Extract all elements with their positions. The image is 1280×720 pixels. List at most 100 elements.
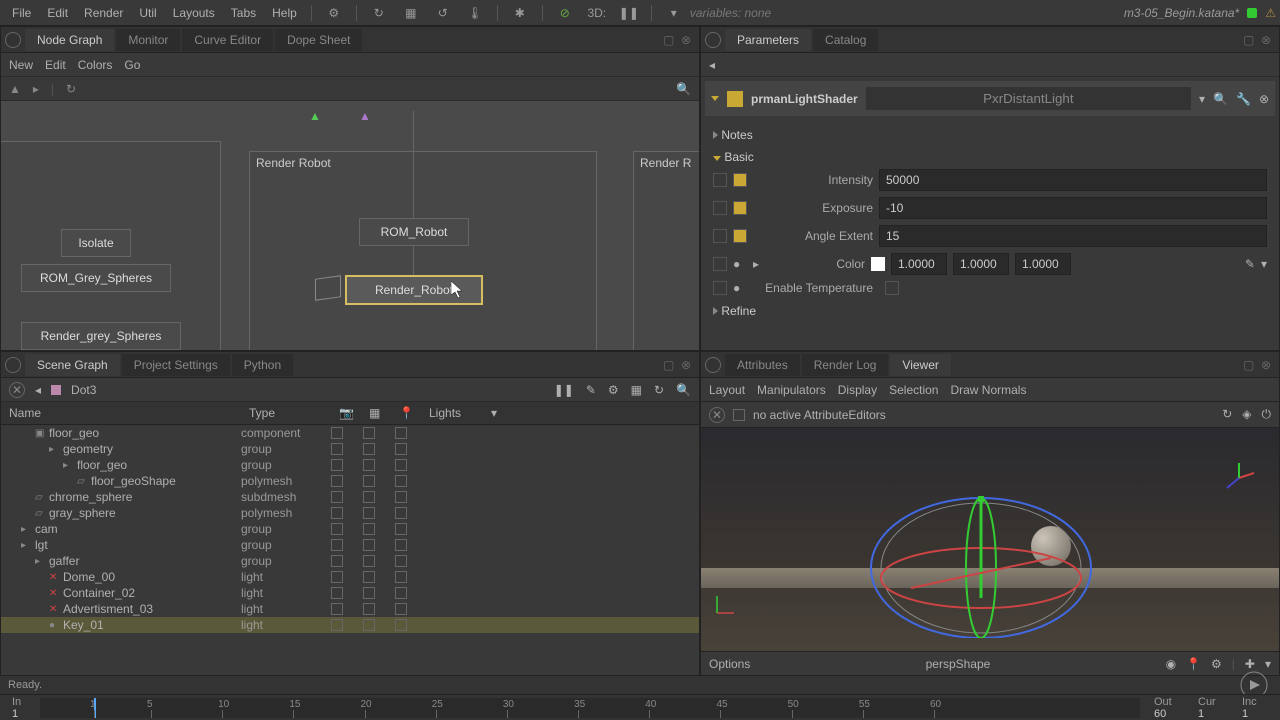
tree-row[interactable]: ▸geometrygroup [1,441,699,457]
col-pin-icon[interactable]: 📍 [399,406,429,420]
tree-row[interactable]: ▸camgroup [1,521,699,537]
expand-icon[interactable]: ▸ [753,257,761,271]
tree-row[interactable]: ✕Dome_00light [1,569,699,585]
tab-parameters[interactable]: Parameters [725,29,811,51]
add-icon[interactable]: ✚ [1245,657,1255,671]
dot-icon[interactable]: ● [733,257,747,271]
value-angle[interactable]: 15 [879,225,1267,247]
color-b[interactable]: 1.0000 [1015,253,1071,275]
group-right[interactable]: Render R [633,151,699,350]
modified-icon[interactable] [733,173,747,187]
minimize-icon[interactable]: ▢ [663,33,677,47]
sync-icon[interactable]: ↻ [1222,407,1232,422]
temp-icon[interactable]: 🌡 [465,3,485,23]
menu-edit[interactable]: Edit [39,2,76,24]
edit-icon[interactable]: ✎ [586,383,596,397]
minimize-icon[interactable]: ▢ [1243,33,1257,47]
tree-row[interactable]: ▸lgtgroup [1,537,699,553]
pause-icon[interactable]: ❚❚ [554,383,574,397]
node-rom-grey[interactable]: ROM_Grey_Spheres [21,264,171,292]
tab-project[interactable]: Project Settings [122,354,230,376]
timeline-track[interactable]: 151015202530354045505560 [40,698,1140,718]
keyframe-icon[interactable] [713,173,727,187]
node-render-robot[interactable]: Render_Robot [345,275,483,305]
tree-row[interactable]: ▱floor_geoShapepolymesh [1,473,699,489]
tab-catalog[interactable]: Catalog [813,29,878,51]
tab-scenegraph[interactable]: Scene Graph [25,354,120,376]
ng-colors[interactable]: Colors [78,58,113,72]
panel-icon[interactable] [5,357,21,373]
ng-edit[interactable]: Edit [45,58,66,72]
nav-next-icon[interactable]: ▸ [33,82,39,96]
dropdown-icon[interactable]: ▾ [664,3,684,23]
nodegraph-canvas[interactable]: ▲ ▲ Isolate ROM_Grey_Spheres Render_grey… [1,101,699,350]
minimize-icon[interactable]: ▢ [1243,358,1257,372]
minimize-icon[interactable]: ▢ [663,358,677,372]
color-r[interactable]: 1.0000 [891,253,947,275]
tab-renderlog[interactable]: Render Log [802,354,889,376]
keyframe-icon[interactable] [713,229,727,243]
keyframe-icon[interactable] [713,257,727,271]
col-cam-icon[interactable]: 📷 [339,406,369,420]
tab-curve[interactable]: Curve Editor [182,29,273,51]
search-icon[interactable]: 🔍 [676,383,691,397]
value-intensity[interactable]: 50000 [879,169,1267,191]
close-icon[interactable]: ⊗ [1261,358,1275,372]
header-type[interactable]: Type [249,406,339,420]
reload-icon[interactable]: ↺ [433,3,453,23]
refresh-icon[interactable]: ↻ [654,383,664,397]
tab-attributes[interactable]: Attributes [725,354,800,376]
camera-icon[interactable]: ▦ [401,3,421,23]
gear-icon[interactable]: ⚙ [608,383,619,397]
modified-icon[interactable] [733,201,747,215]
refresh-icon[interactable]: ↻ [369,3,389,23]
close-x-icon[interactable]: ✕ [9,382,25,398]
menu-help[interactable]: Help [264,2,305,24]
expand-icon[interactable] [711,96,719,101]
tree-row[interactable]: ▣floor_geocomponent [1,425,699,441]
tree-row[interactable]: ▸floor_geogroup [1,457,699,473]
wrench-icon[interactable]: 🔧 [1236,92,1251,106]
section-basic[interactable]: Basic [724,150,753,164]
tab-dope[interactable]: Dope Sheet [275,29,362,51]
close-icon[interactable]: ⊗ [1261,33,1275,47]
tree-row[interactable]: ✕Advertisment_03light [1,601,699,617]
tree-row[interactable]: ▱chrome_spheresubdmesh [1,489,699,505]
options-label[interactable]: Options [709,657,750,671]
vm-manip[interactable]: Manipulators [757,383,826,397]
search-icon[interactable]: 🔍 [1213,92,1228,106]
gear-icon[interactable]: ⚙ [1211,657,1222,671]
camera-label[interactable]: perspShape [926,657,991,671]
col-render-icon[interactable]: ▦ [369,406,399,420]
more-icon[interactable]: ▾ [1265,657,1271,671]
color-g[interactable]: 1.0000 [953,253,1009,275]
inc-value[interactable]: 1 [1234,708,1274,720]
expand-icon[interactable] [713,156,721,161]
section-refine[interactable]: Refine [721,304,756,318]
ng-go[interactable]: Go [124,58,140,72]
shader-type-input[interactable] [866,87,1191,110]
save-icon[interactable]: ▦ [631,383,642,397]
nav-prev-icon[interactable]: ◂ [35,383,41,397]
menu-tabs[interactable]: Tabs [223,2,264,24]
nav-up-icon[interactable]: ▲ [9,82,21,96]
warning-icon[interactable]: ⚠ [1265,6,1276,20]
close-x-icon[interactable]: ✕ [709,407,725,423]
ng-new[interactable]: New [9,58,33,72]
tree-row[interactable]: ▸gaffergroup [1,553,699,569]
scene-tree[interactable]: ▣floor_geocomponent▸geometrygroup▸floor_… [1,425,699,675]
node-isolate[interactable]: Isolate [61,229,131,257]
out-value[interactable]: 60 [1146,708,1186,720]
power-icon[interactable]: ⏻ [1262,407,1272,422]
color-swatch[interactable] [871,257,885,271]
vm-layout[interactable]: Layout [709,383,745,397]
tab-python[interactable]: Python [232,354,293,376]
menu-render[interactable]: Render [76,2,131,24]
node-rom-robot[interactable]: ROM_Robot [359,218,469,246]
menu-util[interactable]: Util [131,2,164,24]
checkbox[interactable] [733,409,745,421]
pin-icon[interactable]: 📍 [1186,657,1201,671]
dropdown-icon[interactable]: ▾ [1261,257,1267,271]
dropdown-icon[interactable]: ▾ [1199,92,1205,106]
modified-icon[interactable] [733,229,747,243]
